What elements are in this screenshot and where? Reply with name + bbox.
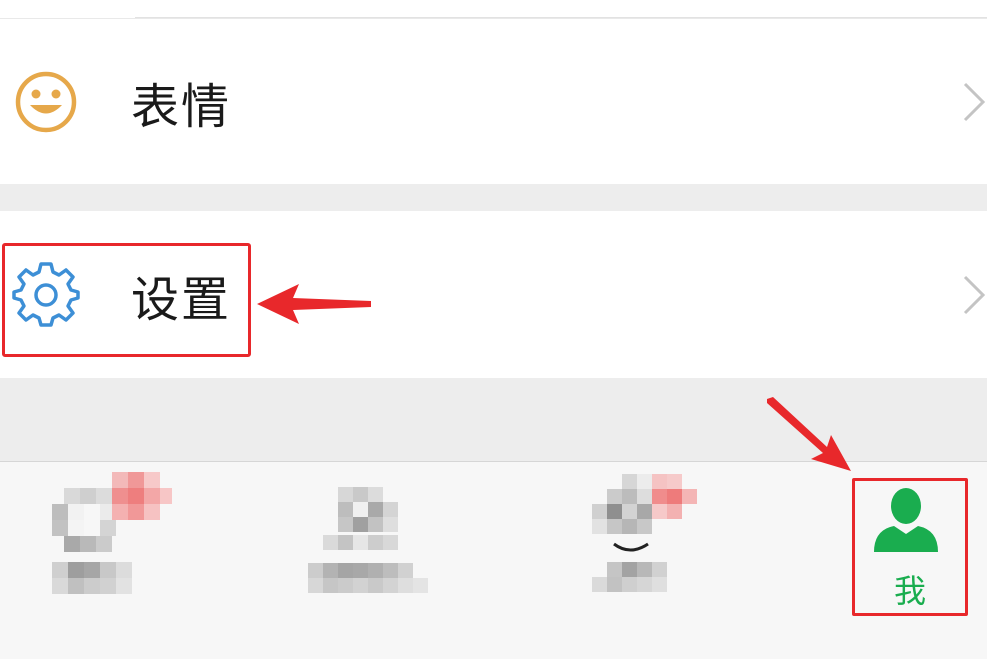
previous-list-row xyxy=(0,0,987,19)
tab-contacts-icon[interactable] xyxy=(305,485,430,610)
row-divider xyxy=(135,17,987,18)
tab-chats-icon[interactable] xyxy=(50,470,175,610)
annotation-highlight-me-tab xyxy=(852,478,968,616)
chevron-right-icon xyxy=(963,82,986,121)
tab-discover-icon[interactable] xyxy=(590,470,700,610)
list-item-label: 表情 xyxy=(131,78,232,135)
annotation-highlight-settings xyxy=(2,243,251,357)
annotation-arrow-down-right xyxy=(767,397,851,471)
smiley-face-icon xyxy=(15,71,77,132)
chevron-right-icon xyxy=(963,275,986,314)
list-item-emoji[interactable]: 表情 xyxy=(0,19,987,184)
annotation-arrow-left xyxy=(257,284,371,324)
